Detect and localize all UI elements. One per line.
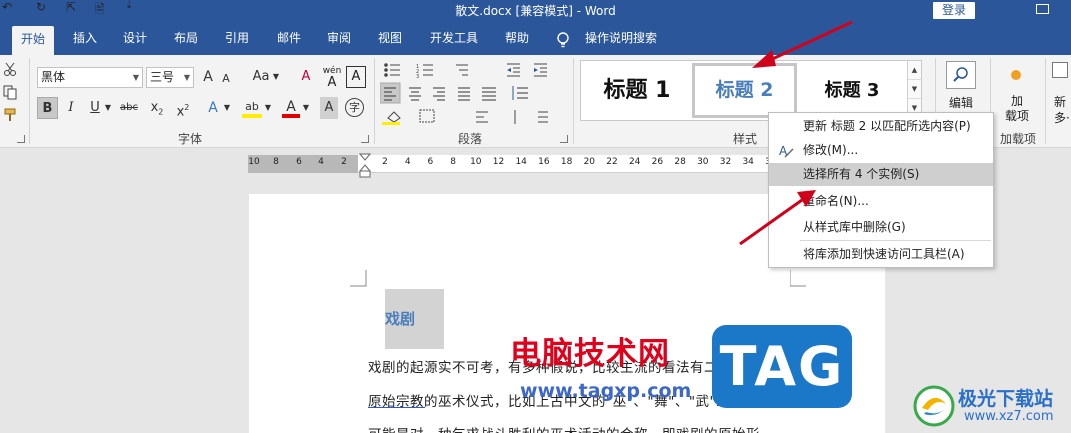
arrow-to-select-all bbox=[739, 190, 816, 246]
watermark-site-name: 电脑技术网 bbox=[510, 336, 670, 372]
arrow-to-heading2-style bbox=[752, 20, 853, 68]
tag-logo: TAG bbox=[712, 325, 852, 408]
jiguang-logo-icon bbox=[913, 385, 955, 427]
jiguang-name: 极光下载站 bbox=[958, 388, 1054, 410]
watermark-site-url: www.tagxp.com bbox=[520, 380, 692, 402]
jiguang-logo: 极光下载站 www.xz7.com bbox=[912, 382, 1067, 430]
jiguang-url: www.xz7.com bbox=[964, 409, 1054, 424]
